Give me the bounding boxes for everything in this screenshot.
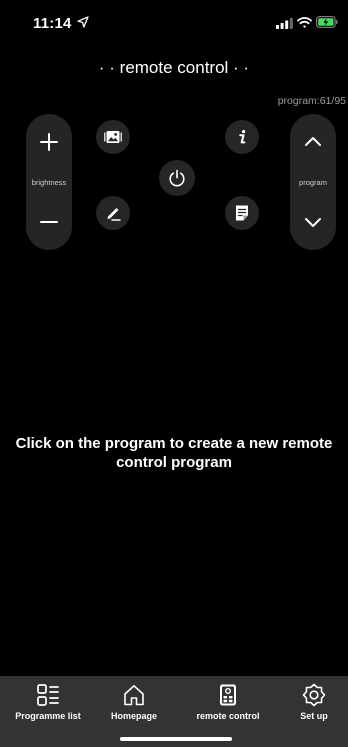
brightness-down-button[interactable] bbox=[26, 202, 72, 242]
program-counter: program:61/95 bbox=[277, 95, 346, 107]
tab-programme-list-label: Programme list bbox=[15, 711, 81, 721]
tab-homepage-label: Homepage bbox=[110, 711, 157, 721]
brightness-control: brightness bbox=[26, 114, 72, 250]
tab-set-up-label: Set up bbox=[300, 711, 328, 721]
home-icon bbox=[124, 685, 144, 706]
status-bar: 11:14 bbox=[0, 0, 348, 44]
program-control: program bbox=[290, 114, 336, 250]
tab-programme-list[interactable]: Programme list bbox=[6, 676, 90, 726]
remote-icon bbox=[220, 684, 236, 706]
status-time: 11:14 bbox=[33, 15, 72, 32]
remote-control-screen: 11:14 · · remote control · · program:61/… bbox=[0, 0, 348, 747]
power-button[interactable] bbox=[159, 160, 195, 196]
brightness-up-button[interactable] bbox=[26, 122, 72, 162]
pencil-icon bbox=[107, 208, 121, 221]
location-arrow-icon bbox=[77, 16, 89, 28]
wifi-icon bbox=[297, 17, 312, 28]
chevron-down-icon bbox=[305, 218, 321, 227]
tab-remote-control[interactable]: remote control bbox=[180, 676, 276, 726]
power-icon bbox=[169, 169, 185, 187]
signal-icon bbox=[276, 18, 293, 29]
tab-set-up[interactable]: Set up bbox=[290, 676, 338, 726]
plus-icon bbox=[40, 133, 58, 151]
battery-charging-icon bbox=[316, 16, 338, 28]
chevron-up-icon bbox=[305, 137, 321, 146]
tab-homepage[interactable]: Homepage bbox=[102, 676, 166, 726]
notes-button[interactable] bbox=[225, 196, 259, 230]
program-up-button[interactable] bbox=[290, 122, 336, 162]
minus-icon bbox=[40, 221, 58, 223]
picture-button[interactable] bbox=[96, 120, 130, 154]
program-down-button[interactable] bbox=[290, 202, 336, 242]
tab-remote-control-label: remote control bbox=[196, 711, 260, 721]
program-label: program bbox=[299, 178, 327, 187]
brightness-label: brightness bbox=[31, 178, 67, 187]
info-icon bbox=[239, 130, 246, 144]
empty-state-message: Click on the program to create a new rem… bbox=[15, 435, 333, 471]
picture-icon bbox=[104, 131, 122, 143]
grid-list-icon bbox=[37, 684, 59, 706]
page-title: · · remote control · · bbox=[98, 58, 250, 77]
info-button[interactable] bbox=[225, 120, 259, 154]
gear-icon bbox=[302, 683, 326, 707]
document-icon bbox=[236, 205, 248, 221]
edit-button[interactable] bbox=[96, 196, 130, 230]
home-indicator bbox=[120, 737, 232, 741]
